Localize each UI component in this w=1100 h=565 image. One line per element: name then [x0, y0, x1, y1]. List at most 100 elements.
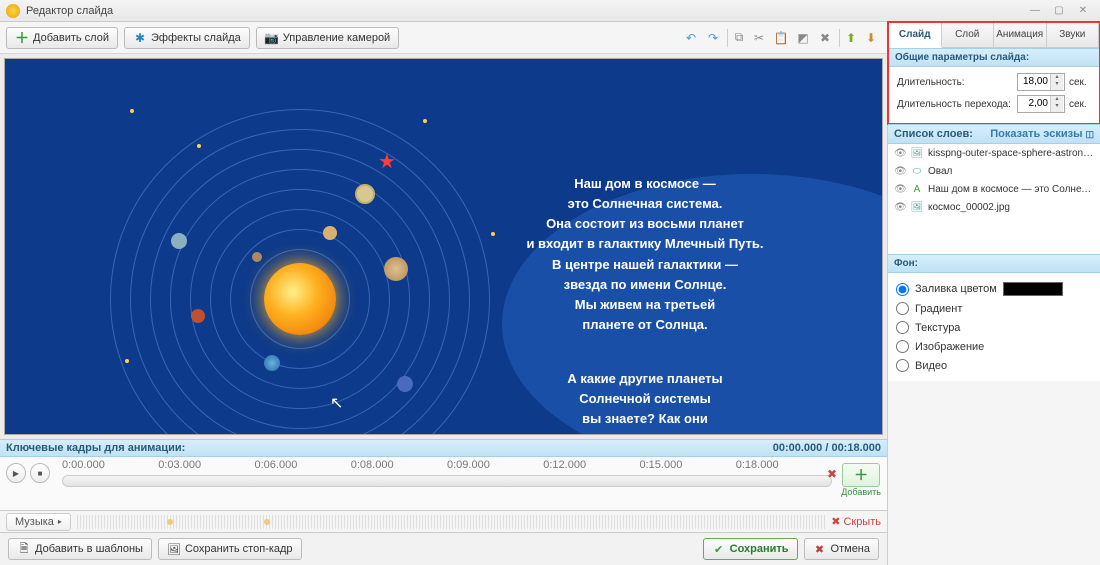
copy-icon[interactable]: ⧉: [727, 28, 747, 48]
camera-label: Управление камерой: [283, 32, 390, 44]
tab-звуки[interactable]: Звуки: [1047, 23, 1100, 47]
timeline-header: Ключевые кадры для анимации: 00:00.000 /…: [0, 439, 887, 457]
visibility-icon[interactable]: 👁: [894, 202, 906, 213]
hide-button[interactable]: ✖ Скрыть: [831, 515, 881, 528]
slide-text-question: А какие другие планеты Солнечной системы…: [515, 369, 775, 435]
bg-option-1[interactable]: Градиент: [896, 299, 1092, 318]
layer-type-icon: ⬭: [910, 164, 924, 178]
duration-unit: сек.: [1069, 77, 1091, 88]
camera-control-button[interactable]: 📷 Управление камерой: [256, 27, 399, 49]
timeline-ruler: 0:00.0000:03.0000:06.0000:08.0000:09.000…: [62, 459, 832, 471]
duration-label: Длительность:: [897, 77, 1013, 88]
music-row: Музыка▸ ✖ Скрыть: [0, 511, 887, 533]
redo-icon[interactable]: ↷: [703, 28, 723, 48]
titlebar: Редактор слайда — ▢ ✕: [0, 0, 1100, 22]
camera-icon: 📷: [265, 31, 279, 45]
timeline-track[interactable]: [62, 475, 832, 487]
duration-input[interactable]: 18,00: [1017, 73, 1065, 91]
undo-icon[interactable]: ↶: [681, 28, 701, 48]
layers-header: Список слоев: Показать эскизы ◫: [888, 124, 1100, 144]
bg-radio[interactable]: [896, 283, 909, 296]
slide-text-main: Наш дом в космосе — это Солнечная систем…: [485, 174, 805, 335]
audio-waveform[interactable]: [77, 515, 825, 529]
layers-list: 👁 🖼 kisspng-outer-space-sphere-astronomi…: [888, 144, 1100, 254]
layer-name: kisspng-outer-space-sphere-astronomi...: [928, 148, 1094, 159]
bottom-bar: 🗎 Добавить в шаблоны 🖼 Сохранить стоп-ка…: [0, 533, 887, 565]
slide-effects-button[interactable]: ✱ Эффекты слайда: [124, 27, 250, 49]
layer-type-icon: 🖼: [910, 146, 924, 160]
panel-tabs: СлайдСлойАнимацияЗвуки: [889, 23, 1099, 48]
move-up-icon[interactable]: ⬆: [839, 28, 859, 48]
transition-input[interactable]: 2,00: [1017, 95, 1065, 113]
red-star: ★: [378, 149, 396, 174]
add-layer-label: Добавить слой: [33, 32, 109, 44]
layer-row[interactable]: 👁 A Наш дом в космосе — это Солнечная...: [888, 180, 1100, 198]
toolbar-icon-group: ↶ ↷ ⧉ ✂ 📋 ◩ ✖ ⬆ ⬇: [681, 28, 881, 48]
music-button[interactable]: Музыка▸: [6, 513, 71, 531]
paste-icon[interactable]: 📋: [771, 28, 791, 48]
visibility-icon[interactable]: 👁: [894, 166, 906, 177]
visibility-icon[interactable]: 👁: [894, 148, 906, 159]
layer-type-icon: A: [910, 182, 924, 196]
bg-option-2[interactable]: Текстура: [896, 318, 1092, 337]
bg-option-0[interactable]: Заливка цветом: [896, 279, 1092, 299]
window-controls: — ▢ ✕: [1024, 4, 1094, 18]
snapshot-icon: 🖼: [167, 542, 181, 556]
mouse-cursor: ↖: [330, 393, 343, 413]
delete-keyframe-icon[interactable]: ✖: [827, 467, 837, 481]
layer-row[interactable]: 👁 🖼 космос_00002.jpg: [888, 198, 1100, 216]
main-toolbar: ＋ Добавить слой ✱ Эффекты слайда 📷 Управ…: [0, 22, 887, 54]
bg-radio[interactable]: [896, 302, 909, 315]
save-still-button[interactable]: 🖼 Сохранить стоп-кадр: [158, 538, 302, 560]
sun: [264, 263, 336, 335]
window-title: Редактор слайда: [26, 5, 113, 17]
show-thumbnails-link[interactable]: Показать эскизы ◫: [990, 128, 1094, 140]
add-layer-button[interactable]: ＋ Добавить слой: [6, 27, 118, 49]
layer-name: космос_00002.jpg: [928, 202, 1094, 213]
layer-name: Овал: [928, 166, 1094, 177]
play-button[interactable]: ▶: [6, 463, 26, 483]
save-button[interactable]: ✔ Сохранить: [703, 538, 798, 560]
template-icon: 🗎: [17, 542, 31, 556]
tab-анимация[interactable]: Анимация: [994, 23, 1047, 47]
layer-row[interactable]: 👁 🖼 kisspng-outer-space-sphere-astronomi…: [888, 144, 1100, 162]
red-star: ★: [90, 429, 119, 435]
minimize-button[interactable]: —: [1024, 4, 1046, 18]
general-params-header: Общие параметры слайда:: [889, 48, 1099, 67]
visibility-icon[interactable]: 👁: [894, 184, 906, 195]
cancel-icon: ✖: [813, 542, 827, 556]
check-icon: ✔: [712, 542, 726, 556]
delete-icon[interactable]: ✖: [815, 28, 835, 48]
slide-canvas[interactable]: ★ ★ Наш дом в космосе — это Солнечная си…: [4, 58, 883, 435]
cancel-button[interactable]: ✖ Отмена: [804, 538, 879, 560]
maximize-button[interactable]: ▢: [1048, 4, 1070, 18]
timeline-header-label: Ключевые кадры для анимации:: [6, 442, 185, 454]
cut-icon[interactable]: ✂: [749, 28, 769, 48]
properties-panel: СлайдСлойАнимацияЗвуки Общие параметры с…: [888, 22, 1100, 565]
bg-radio[interactable]: [896, 359, 909, 372]
add-to-templates-button[interactable]: 🗎 Добавить в шаблоны: [8, 538, 152, 560]
bg-option-3[interactable]: Изображение: [896, 337, 1092, 356]
timeline-time: 00:00.000 / 00:18.000: [773, 442, 881, 454]
sparkle-icon: ✱: [133, 31, 147, 45]
effects-label: Эффекты слайда: [151, 32, 241, 44]
tab-слой[interactable]: Слой: [942, 23, 995, 47]
stop-button[interactable]: ■: [30, 463, 50, 483]
transition-unit: сек.: [1069, 99, 1091, 110]
new-icon[interactable]: ◩: [793, 28, 813, 48]
close-button[interactable]: ✕: [1072, 4, 1094, 18]
bg-option-4[interactable]: Видео: [896, 356, 1092, 375]
bg-radio[interactable]: [896, 321, 909, 334]
add-keyframe-button[interactable]: ＋: [842, 463, 880, 487]
move-down-icon[interactable]: ⬇: [861, 28, 881, 48]
layer-row[interactable]: 👁 ⬭ Овал: [888, 162, 1100, 180]
transition-label: Длительность перехода:: [897, 99, 1013, 110]
app-icon: [6, 4, 20, 18]
color-swatch[interactable]: [1003, 282, 1063, 296]
background-header: Фон:: [888, 254, 1100, 273]
plus-icon: ＋: [15, 31, 29, 45]
tab-слайд[interactable]: Слайд: [889, 23, 942, 48]
timeline: ▶ ■ 0:00.0000:03.0000:06.0000:08.0000:09…: [0, 457, 887, 511]
layer-type-icon: 🖼: [910, 200, 924, 214]
bg-radio[interactable]: [896, 340, 909, 353]
